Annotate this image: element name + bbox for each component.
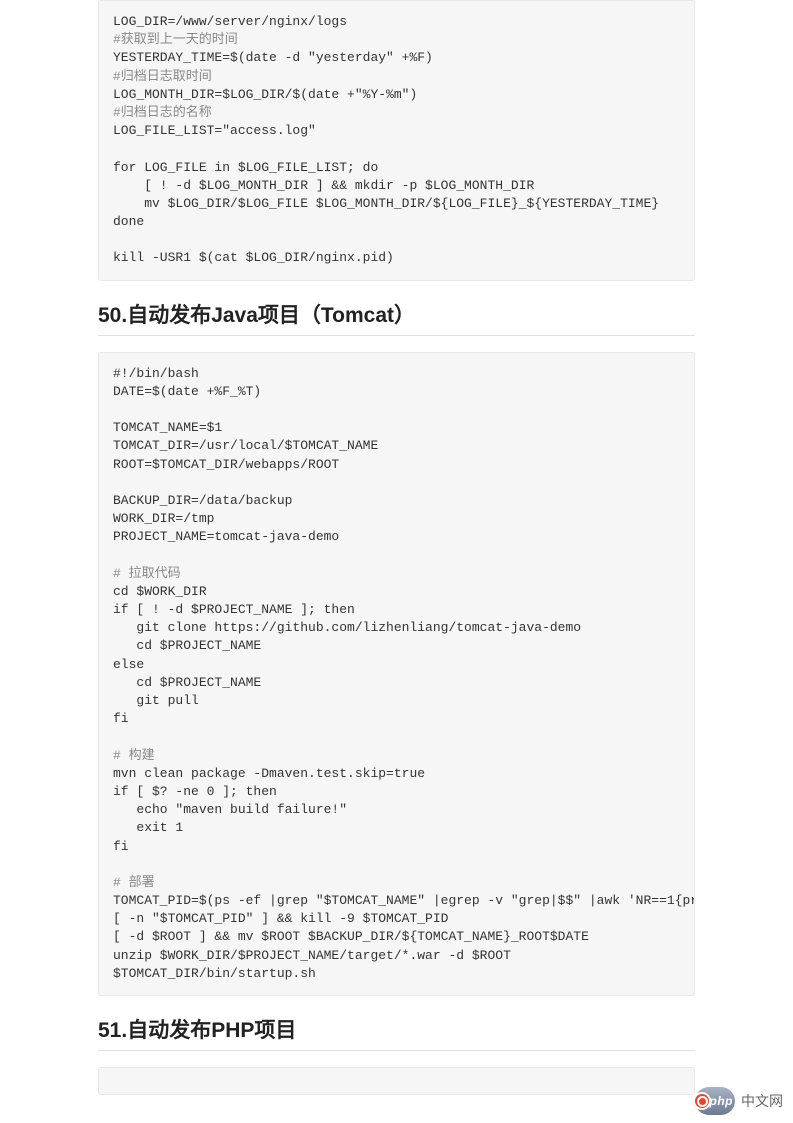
heading-50: 50.自动发布Java项目（Tomcat） (98, 299, 695, 336)
logo-brand-text: php (710, 1094, 734, 1108)
php-badge-icon: php (695, 1087, 735, 1115)
code-block-nginx-log: LOG_DIR=/www/server/nginx/logs #获取到上一天的时… (98, 0, 695, 281)
code-block-tomcat-deploy: #!/bin/bash DATE=$(date +%F_%T) TOMCAT_N… (98, 352, 695, 996)
code-block-php-deploy (98, 1067, 695, 1095)
heading-51: 51.自动发布PHP项目 (98, 1014, 695, 1051)
site-logo: php 中文网 (695, 1087, 783, 1115)
logo-accent-icon (693, 1092, 711, 1110)
logo-cn-text: 中文网 (741, 1091, 783, 1111)
